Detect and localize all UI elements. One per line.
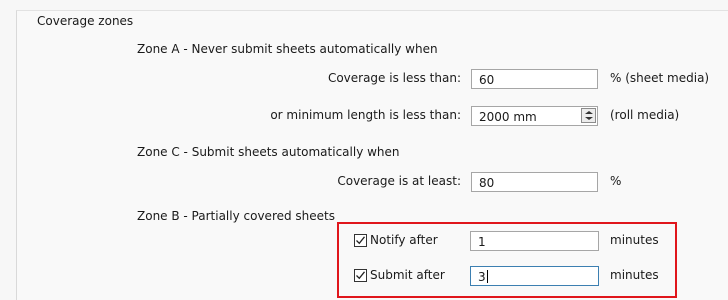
zone-a-coverage-value: 60 [479,73,495,87]
zone-c-title: Zone C - Submit sheets automatically whe… [137,145,400,159]
spinner-arrows-icon[interactable] [581,108,596,123]
spinner-up-icon[interactable] [585,111,593,114]
zone-c-coverage-unit: % [610,174,622,188]
zone-a-coverage-unit: % (sheet media) [610,71,710,85]
zone-a-coverage-label: Coverage is less than: [327,71,461,85]
zone-b-title: Zone B - Partially covered sheets [137,209,336,223]
section-title: Coverage zones [37,14,134,28]
zone-a-min-length-input[interactable]: 2000 mm [471,106,598,126]
highlight-box [337,222,677,298]
zone-c-coverage-label: Coverage is at least: [337,174,461,188]
spinner-down-icon[interactable] [585,117,593,120]
zone-c-coverage-value: 80 [479,176,495,190]
zone-a-min-length-value: 2000 mm [479,110,537,124]
zone-a-title: Zone A - Never submit sheets automatical… [137,42,438,56]
zone-a-coverage-input[interactable]: 60 [471,69,598,89]
zone-c-coverage-input[interactable]: 80 [471,172,598,192]
zone-a-min-length-unit: (roll media) [610,108,680,122]
zone-a-min-length-label: or minimum length is less than: [270,108,461,122]
